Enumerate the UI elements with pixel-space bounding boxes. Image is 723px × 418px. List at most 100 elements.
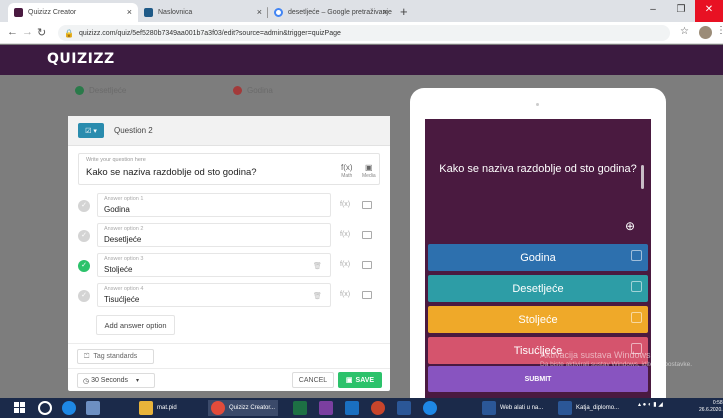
tab-quizizz-creator[interactable]: Quizizz Creator ×	[8, 3, 138, 22]
clock-icon: ◷	[83, 377, 90, 385]
tab-google-search[interactable]: desetljeće – Google pretraživanje ×	[268, 3, 394, 22]
edge-icon[interactable]	[62, 400, 76, 416]
new-tab-button[interactable]: +	[400, 4, 408, 19]
preview-option-stoljece[interactable]: Stoljeće	[428, 306, 648, 333]
zoom-in-icon[interactable]: ⊕	[625, 219, 635, 233]
quizizz-logo[interactable]: QUIZIZZ	[47, 51, 115, 67]
close-tab-icon[interactable]: ×	[257, 7, 262, 17]
save-button[interactable]: ▣ SAVE	[338, 372, 382, 388]
divider	[68, 343, 390, 344]
trash-icon[interactable]: 🗑	[313, 262, 322, 270]
background-option-label: Godina	[247, 86, 273, 95]
taskbar-app-label: Katja_diplomo...	[576, 405, 620, 411]
minimize-icon[interactable]: –	[639, 0, 667, 22]
answer-option-4: ✓ Answer option 4 Tisućljeće 🗑 f(x)	[68, 283, 390, 309]
system-tray-icons[interactable]: ▴ ● ◐ ▮ ◢	[638, 401, 663, 408]
math-icon[interactable]: f(x)	[340, 201, 350, 208]
image-icon[interactable]	[362, 201, 372, 209]
answer-input[interactable]: Answer option 4 Tisućljeće	[97, 283, 331, 307]
question-input[interactable]: Write your question here Kako se naziva …	[78, 153, 380, 185]
background-option-label: Desetljeće	[89, 86, 127, 95]
reload-icon[interactable]: ↻	[37, 26, 46, 39]
edge-icon[interactable]	[423, 400, 437, 416]
math-icon: f(x)	[341, 163, 353, 172]
browser-menu-icon[interactable]: ⋮	[716, 25, 723, 36]
close-window-icon[interactable]: ✕	[695, 0, 723, 22]
powerpoint-icon[interactable]	[371, 400, 385, 416]
media-label: Media	[362, 173, 376, 179]
math-icon[interactable]: f(x)	[340, 231, 350, 238]
clock[interactable]: 0:58 26.6.2020.	[699, 400, 723, 414]
image-icon[interactable]	[362, 261, 372, 269]
preview-option-desetljece[interactable]: Desetljeće	[428, 275, 648, 302]
back-arrow-icon[interactable]: ←	[7, 26, 18, 38]
taskbar-app-web-alati[interactable]: Web alati u na...	[479, 400, 546, 416]
excel-icon[interactable]	[293, 400, 307, 416]
answer-placeholder: Answer option 4	[104, 286, 144, 292]
mark-correct-check-icon[interactable]: ✓	[78, 290, 90, 302]
answer-placeholder: Answer option 2	[104, 226, 144, 232]
folder-icon	[139, 401, 153, 415]
answer-input[interactable]: Answer option 3 Stoljeće	[97, 253, 331, 277]
onenote-icon[interactable]	[319, 400, 333, 416]
tag-icon: ⏍	[84, 352, 90, 360]
media-button[interactable]: ▣ Media	[362, 163, 376, 179]
tab-title: Naslovnica	[158, 9, 193, 16]
windows-start-icon[interactable]	[14, 402, 26, 414]
pinned-app-icon[interactable]	[86, 400, 100, 416]
word-icon	[482, 401, 496, 415]
app-header: QUIZIZZ	[0, 45, 723, 75]
taskbar-app-label: Web alati u na...	[500, 405, 544, 411]
image-icon: ▣	[365, 163, 373, 172]
clock-date: 26.6.2020.	[699, 407, 723, 413]
image-icon[interactable]	[362, 291, 372, 299]
taskbar-app-katja-diplomo[interactable]: Katja_diplomo...	[555, 400, 622, 416]
watermark-subtitle: Da biste aktivirali sustav Windows, idit…	[540, 361, 693, 368]
math-button[interactable]: f(x) Math	[341, 163, 353, 179]
image-icon[interactable]	[362, 231, 372, 239]
save-label: SAVE	[355, 376, 375, 384]
close-tab-icon[interactable]: ×	[127, 7, 132, 17]
answer-value: Stoljeće	[104, 265, 133, 274]
answer-value: Godina	[104, 205, 130, 214]
answer-input[interactable]: Answer option 2 Desetljeće	[97, 223, 331, 247]
profile-avatar[interactable]	[699, 26, 712, 39]
windows-taskbar: mat.pid Quizizz Creator... Web alati u n…	[0, 398, 723, 418]
preview-question-text: Kako se naziva razdoblje od sto godina?	[439, 163, 637, 175]
word-icon[interactable]	[397, 400, 411, 416]
maximize-icon[interactable]: ❐	[667, 0, 695, 22]
preview-scrollbar[interactable]	[641, 165, 644, 189]
outlook-icon[interactable]	[345, 400, 359, 416]
bookmark-star-icon[interactable]: ☆	[680, 26, 689, 37]
timer-dropdown[interactable]: ◷ 30 Seconds ▾	[77, 373, 155, 388]
preview-option-godina[interactable]: Godina	[428, 244, 648, 271]
answer-input[interactable]: Answer option 1 Godina	[97, 193, 331, 217]
question-number-label: Question 2	[114, 126, 153, 135]
tab-naslovnica[interactable]: Naslovnica ×	[138, 3, 268, 22]
tab-title: Quizizz Creator	[28, 9, 77, 16]
url-field[interactable]: 🔒 quizizz.com/quiz/5ef5280b7349aa001b7a3…	[58, 25, 670, 41]
preview-option-label: Stoljeće	[518, 313, 558, 326]
background-option-dot	[75, 86, 84, 95]
math-icon[interactable]: f(x)	[340, 261, 350, 268]
taskbar-app-mat-pid[interactable]: mat.pid	[136, 400, 180, 416]
close-tab-icon[interactable]: ×	[383, 7, 388, 17]
question-editor-card: ☑ ▾ Question 2 Write your question here …	[68, 116, 390, 391]
divider	[68, 368, 390, 369]
cancel-button[interactable]: CANCEL	[292, 372, 334, 388]
taskbar-app-label: mat.pid	[157, 405, 177, 411]
mark-correct-check-icon[interactable]: ✓	[78, 260, 90, 272]
trash-icon[interactable]: 🗑	[313, 292, 322, 300]
question-type-dropdown[interactable]: ☑ ▾	[78, 123, 104, 138]
tag-standards-button[interactable]: ⏍ Tag standards	[77, 349, 154, 364]
add-answer-option-button[interactable]: Add answer option	[96, 315, 175, 335]
math-icon[interactable]: f(x)	[340, 291, 350, 298]
mark-correct-check-icon[interactable]: ✓	[78, 230, 90, 242]
mark-correct-check-icon[interactable]: ✓	[78, 200, 90, 212]
quizizz-favicon-icon	[14, 8, 23, 17]
forward-arrow-icon[interactable]: →	[22, 26, 33, 38]
cortana-icon[interactable]	[38, 400, 52, 416]
clock-time: 0:58	[712, 400, 723, 406]
address-bar-row: ← → ↻ 🔒 quizizz.com/quiz/5ef5280b7349aa0…	[0, 22, 723, 44]
taskbar-app-quizizz-creator[interactable]: Quizizz Creator...	[208, 400, 279, 416]
